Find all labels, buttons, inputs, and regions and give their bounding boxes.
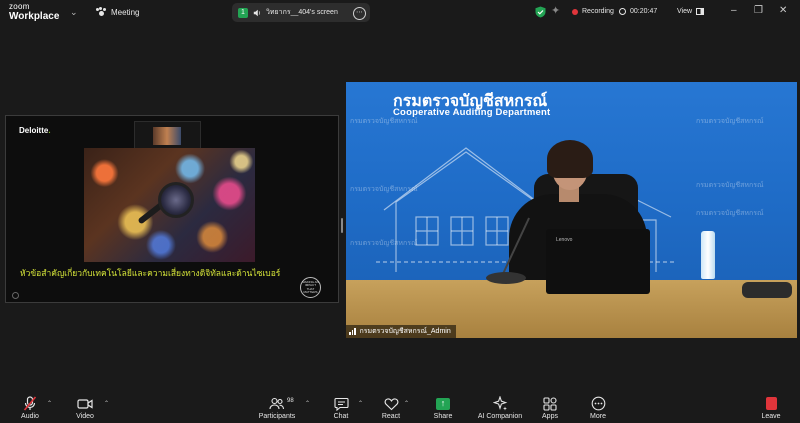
chevron-down-icon[interactable]: ⌄ <box>70 7 78 18</box>
recording-dot-icon <box>572 8 578 15</box>
magnifying-glass-icon <box>158 182 194 218</box>
security-shield-icon[interactable] <box>535 6 546 18</box>
view-layout-icon <box>696 8 705 15</box>
participants-button[interactable]: Participants <box>252 396 302 420</box>
meeting-label: Meeting <box>111 7 140 17</box>
impact-badge: MAKING AN IMPACT THAT MATTERS <box>300 277 321 298</box>
minimize-icon[interactable]: – <box>731 6 737 16</box>
meeting-toolbar: Audio ⌃ Video ⌃ Participants 98 ⌃ Chat ⌃… <box>0 392 800 423</box>
participants-options-caret-icon[interactable]: ⌃ <box>305 400 310 407</box>
ai-companion-label: AI Companion <box>477 413 523 420</box>
microphone-muted-icon <box>23 396 37 411</box>
top-bar: zoom Workplace ⌄ Meeting 1 วิทยากร__404'… <box>0 0 800 26</box>
logo-workplace-text: Workplace <box>9 11 60 22</box>
video-options-caret-icon[interactable]: ⌃ <box>104 400 109 407</box>
apps-grid-icon <box>543 396 557 411</box>
participant-name-tag: กรมตรวจบัญชีสหกรณ์_Admin <box>346 325 456 338</box>
share-count-badge: 1 <box>238 7 248 18</box>
zoom-workplace-logo: zoom Workplace <box>9 3 59 22</box>
backdrop-watermark: กรมตรวจบัญชีสหกรณ์ <box>696 182 764 189</box>
backdrop-watermark: กรมตรวจบัญชีสหกรณ์ <box>696 118 764 125</box>
backdrop-watermark: กรมตรวจบัญชีสหกรณ์ <box>350 118 418 125</box>
chat-bubble-icon <box>333 397 349 411</box>
chat-options-caret-icon[interactable]: ⌃ <box>358 400 363 407</box>
shared-screen-view[interactable]: Deloitte. หัวข้อสำคัญเกี่ยวกับเทคโนโลยีแ… <box>5 115 339 303</box>
backdrop-watermark: กรมตรวจบัญชีสหกรณ์ <box>696 210 764 217</box>
water-bottle <box>701 231 715 279</box>
video-label: Video <box>76 413 94 420</box>
react-options-caret-icon[interactable]: ⌃ <box>404 400 409 407</box>
video-camera-icon <box>77 398 93 409</box>
video-button[interactable]: Video <box>60 396 110 420</box>
participants-count: 98 <box>287 398 294 404</box>
laptop-brand: Lenovo <box>556 237 573 243</box>
signal-bars-icon <box>349 328 356 335</box>
participants-label: Participants <box>258 413 296 420</box>
ai-companion-button[interactable]: AI Companion <box>472 396 528 420</box>
screen-share-indicator[interactable]: 1 วิทยากร__404's screen ⋯ <box>232 3 370 22</box>
chat-label: Chat <box>333 413 349 420</box>
ai-sparkle-icon[interactable]: ✦ <box>551 6 560 17</box>
close-icon[interactable]: ✕ <box>779 6 787 16</box>
slide-indicator-icon <box>12 292 19 299</box>
more-options-icon[interactable]: ⋯ <box>353 7 366 20</box>
ai-companion-sparkle-icon <box>492 396 507 411</box>
deloitte-logo: Deloitte. <box>19 126 51 135</box>
share-button[interactable]: ↑ Share <box>418 396 468 420</box>
view-label: View <box>677 8 693 15</box>
more-dots-icon <box>591 396 605 411</box>
backdrop-subtitle: Cooperative Auditing Department <box>393 107 551 118</box>
leave-label: Leave <box>761 413 781 420</box>
logo-zoom-text: zoom <box>9 2 30 11</box>
apps-label: Apps <box>542 413 558 420</box>
leave-door-icon <box>765 397 777 410</box>
participant-name: กรมตรวจบัญชีสหกรณ์_Admin <box>359 328 451 335</box>
recording-label: Recording <box>582 8 614 15</box>
meeting-menu[interactable]: Meeting <box>96 7 139 17</box>
participant-video[interactable]: กรมตรวจบัญชีสหกรณ์ Cooperative Auditing … <box>346 82 797 338</box>
react-label: React <box>381 413 401 420</box>
clock-icon <box>619 8 626 15</box>
more-label: More <box>590 413 606 420</box>
more-button[interactable]: More <box>573 396 623 420</box>
conference-microphone <box>742 282 792 298</box>
view-menu[interactable]: View <box>677 8 705 15</box>
deloitte-dot: . <box>48 126 51 135</box>
leave-button[interactable]: Leave <box>746 396 796 420</box>
laptop: Lenovo <box>546 229 650 294</box>
timer-value: 00:20:47 <box>630 8 658 15</box>
slide-title: หัวข้อสำคัญเกี่ยวกับเทคโนโลยีและความเสี่… <box>20 268 281 278</box>
desk-microphone <box>486 272 526 284</box>
audio-options-caret-icon[interactable]: ⌃ <box>47 400 52 407</box>
bokeh-city-image <box>84 148 255 262</box>
heart-react-icon <box>384 397 398 410</box>
recording-indicator[interactable]: Recording <box>572 8 614 15</box>
panel-resize-handle[interactable] <box>341 218 343 233</box>
share-screen-label: วิทยากร__404's screen <box>266 9 338 16</box>
audio-label: Audio <box>21 413 39 420</box>
paw-icon <box>96 7 106 17</box>
speaker-icon <box>253 9 260 16</box>
meeting-timer: 00:20:47 <box>619 8 657 15</box>
apps-button[interactable]: Apps <box>525 396 575 420</box>
participants-icon <box>269 397 285 410</box>
deloitte-brand: Deloitte <box>19 126 49 135</box>
maximize-icon[interactable]: ❐ <box>754 6 763 16</box>
share-label: Share <box>433 413 453 420</box>
share-screen-icon: ↑ <box>436 397 450 410</box>
